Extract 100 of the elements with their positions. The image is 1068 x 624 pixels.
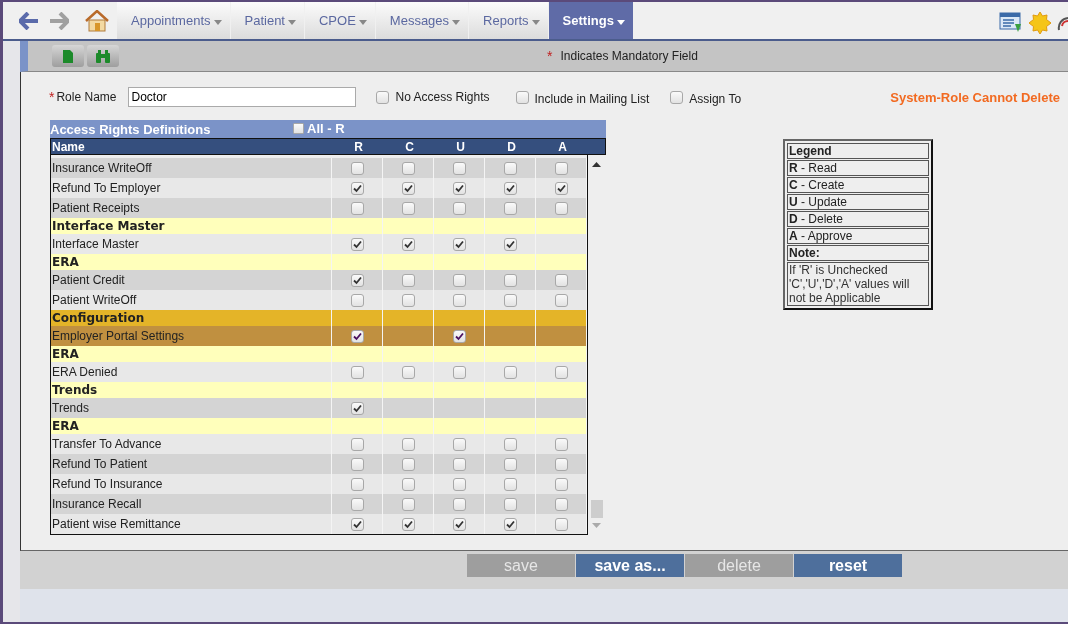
checkbox[interactable] [401, 477, 415, 491]
checkbox[interactable] [503, 365, 517, 379]
checkbox[interactable] [503, 161, 517, 175]
checkbox[interactable] [452, 201, 466, 215]
checkbox[interactable] [503, 477, 517, 491]
checkbox[interactable] [515, 90, 529, 104]
search-button[interactable] [87, 45, 119, 67]
checkbox[interactable] [350, 201, 364, 215]
list-download-icon[interactable] [999, 11, 1023, 34]
checkbox[interactable] [350, 497, 364, 511]
action-button[interactable]: reset [794, 554, 902, 577]
legend-title: Legend [787, 143, 929, 159]
checkbox[interactable] [401, 181, 415, 195]
checkbox[interactable] [350, 401, 364, 415]
role-name-label: Role Name [56, 90, 117, 104]
checkbox[interactable] [503, 273, 517, 287]
column-header: D [506, 139, 517, 154]
checkbox[interactable] [554, 457, 568, 471]
checkbox[interactable] [350, 329, 364, 343]
checkbox[interactable] [350, 293, 364, 307]
checkbox[interactable] [452, 293, 466, 307]
checkbox[interactable] [452, 517, 466, 531]
checkbox[interactable] [503, 181, 517, 195]
checkbox[interactable] [503, 457, 517, 471]
checkbox[interactable] [401, 457, 415, 471]
checkbox[interactable] [350, 273, 364, 287]
checkbox[interactable] [452, 477, 466, 491]
nav-tab[interactable]: CPOE [305, 2, 375, 39]
checkbox[interactable] [350, 457, 364, 471]
checkbox[interactable] [350, 517, 364, 531]
new-document-button[interactable] [52, 45, 84, 67]
checkbox[interactable] [376, 90, 390, 104]
role-name-field[interactable]: Doctor [128, 87, 357, 107]
checkbox[interactable] [452, 437, 466, 451]
checkbox[interactable] [452, 273, 466, 287]
checkbox[interactable] [452, 181, 466, 195]
binoculars-icon [95, 49, 111, 63]
checkbox[interactable] [452, 237, 466, 251]
checkbox[interactable] [350, 365, 364, 379]
checkbox[interactable] [503, 293, 517, 307]
checkbox[interactable] [503, 237, 517, 251]
checkbox[interactable] [401, 293, 415, 307]
checkbox[interactable] [350, 161, 364, 175]
new-badge-icon[interactable] [1029, 11, 1051, 34]
nav-tab[interactable]: Reports [469, 2, 548, 39]
note-title: Note: [787, 245, 929, 261]
checkbox[interactable] [554, 497, 568, 511]
required-mark: * [547, 48, 553, 64]
checkbox[interactable] [293, 123, 304, 134]
checkbox[interactable] [350, 237, 364, 251]
checkbox[interactable] [503, 517, 517, 531]
checkbox[interactable] [401, 237, 415, 251]
caret-icon [288, 20, 296, 25]
legend-item: U - Update [787, 194, 929, 210]
checkbox[interactable] [452, 329, 466, 343]
checkbox[interactable] [554, 437, 568, 451]
checkbox[interactable] [554, 477, 568, 491]
checkbox[interactable] [452, 365, 466, 379]
home-icon[interactable] [85, 10, 109, 32]
caret-icon [358, 20, 367, 25]
checkbox[interactable] [350, 437, 364, 451]
table-title: Access Rights Definitions [50, 121, 211, 137]
back-arrow-icon[interactable] [19, 12, 39, 30]
column-header: Name [51, 139, 86, 154]
action-button[interactable]: save as... [576, 554, 684, 577]
nav-tab[interactable]: Patient [230, 2, 304, 39]
checkbox[interactable] [401, 273, 415, 287]
checkbox[interactable] [350, 181, 364, 195]
system-role-notice: System-Role Cannot Delete [890, 89, 1060, 105]
checkbox[interactable] [452, 457, 466, 471]
checkbox[interactable] [350, 477, 364, 491]
checkbox[interactable] [401, 201, 415, 215]
legend-item: R - Read [787, 160, 929, 176]
scroll-up-icon[interactable] [592, 162, 601, 167]
checkbox[interactable] [554, 293, 568, 307]
checkbox[interactable] [503, 437, 517, 451]
checkbox[interactable] [554, 273, 568, 287]
column-header: U [455, 139, 466, 154]
checkbox[interactable] [554, 517, 568, 531]
checkbox[interactable] [452, 161, 466, 175]
checkbox[interactable] [401, 497, 415, 511]
scroll-down-icon[interactable] [592, 523, 601, 528]
all-read-label: All - R [307, 121, 345, 136]
checkbox[interactable] [554, 365, 568, 379]
checkbox[interactable] [670, 90, 684, 104]
checkbox[interactable] [452, 497, 466, 511]
nav-tab[interactable]: Messages [375, 2, 469, 39]
checkbox[interactable] [503, 201, 517, 215]
nav-tab[interactable]: Appointments [117, 2, 230, 39]
checkbox[interactable] [401, 161, 415, 175]
checkbox[interactable] [503, 497, 517, 511]
checkbox[interactable] [554, 161, 568, 175]
checkbox[interactable] [401, 517, 415, 531]
checkbox[interactable] [554, 181, 568, 195]
checkbox[interactable] [401, 365, 415, 379]
checkbox[interactable] [554, 201, 568, 215]
forward-arrow-icon[interactable] [49, 12, 69, 30]
nav-tab[interactable]: Settings [548, 2, 633, 39]
checkbox[interactable] [401, 437, 415, 451]
scrollbar-thumb[interactable] [591, 500, 603, 518]
